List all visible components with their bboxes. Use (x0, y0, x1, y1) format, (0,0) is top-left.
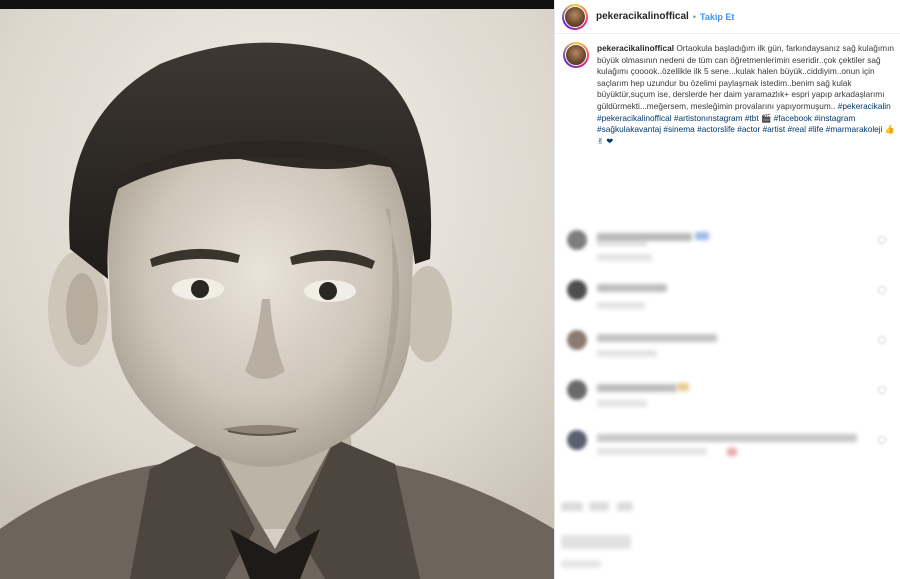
blurred-comment-text (695, 232, 709, 240)
profile-avatar-icon[interactable] (563, 42, 589, 68)
heart-icon[interactable] (878, 386, 886, 394)
comment-item (555, 228, 900, 268)
blurred-comment-meta (597, 254, 652, 261)
heart-icon[interactable] (878, 236, 886, 244)
blurred-comment-text (727, 448, 737, 456)
blurred-comment-text (597, 284, 667, 292)
portrait-photo (0, 9, 554, 579)
blurred-comment-meta (597, 400, 647, 407)
blurred-action[interactable] (561, 502, 583, 511)
blurred-comment-text (597, 384, 677, 392)
photo-top-bar (0, 0, 554, 9)
caption-username[interactable]: pekeracikalinoffical (597, 43, 674, 53)
comment-item (555, 328, 900, 368)
post-header: pekeracikalinoffical • Takip Et (555, 0, 900, 34)
blurred-likes (561, 535, 631, 549)
blurred-comment-meta (597, 350, 657, 357)
profile-avatar-icon[interactable] (562, 3, 588, 30)
heart-icon[interactable] (878, 286, 886, 294)
follow-button[interactable]: Takip Et (700, 12, 734, 22)
post-sidebar: pekeracikalinoffical • Takip Et pekeraci… (555, 0, 900, 579)
blurred-avatar-icon (567, 280, 587, 300)
comment-item (555, 278, 900, 318)
blurred-avatar-icon (567, 330, 587, 350)
blurred-comment-text (597, 434, 857, 442)
heart-icon[interactable] (878, 336, 886, 344)
comment-item (555, 378, 900, 418)
blurred-comment-text (597, 233, 692, 241)
comment-item (555, 428, 900, 468)
blurred-comment-meta (597, 302, 645, 309)
heart-icon[interactable] (878, 436, 886, 444)
blurred-avatar-icon (567, 430, 587, 450)
blurred-avatar-icon (567, 230, 587, 250)
blurred-action[interactable] (589, 502, 609, 511)
blurred-avatar-icon (567, 380, 587, 400)
blurred-comment-text (677, 383, 689, 391)
post-username[interactable]: pekeracikalinoffical (596, 11, 689, 22)
blurred-comment-text (597, 334, 717, 342)
blurred-comment-meta (597, 448, 707, 455)
blurred-date (561, 560, 601, 568)
separator-dot: • (692, 11, 696, 22)
blurred-action[interactable] (617, 502, 633, 511)
post-actions-blurred (555, 492, 900, 520)
post-photo[interactable] (0, 9, 554, 579)
caption-body: pekeracikalinoffical Ortaokula başladığı… (597, 43, 899, 147)
